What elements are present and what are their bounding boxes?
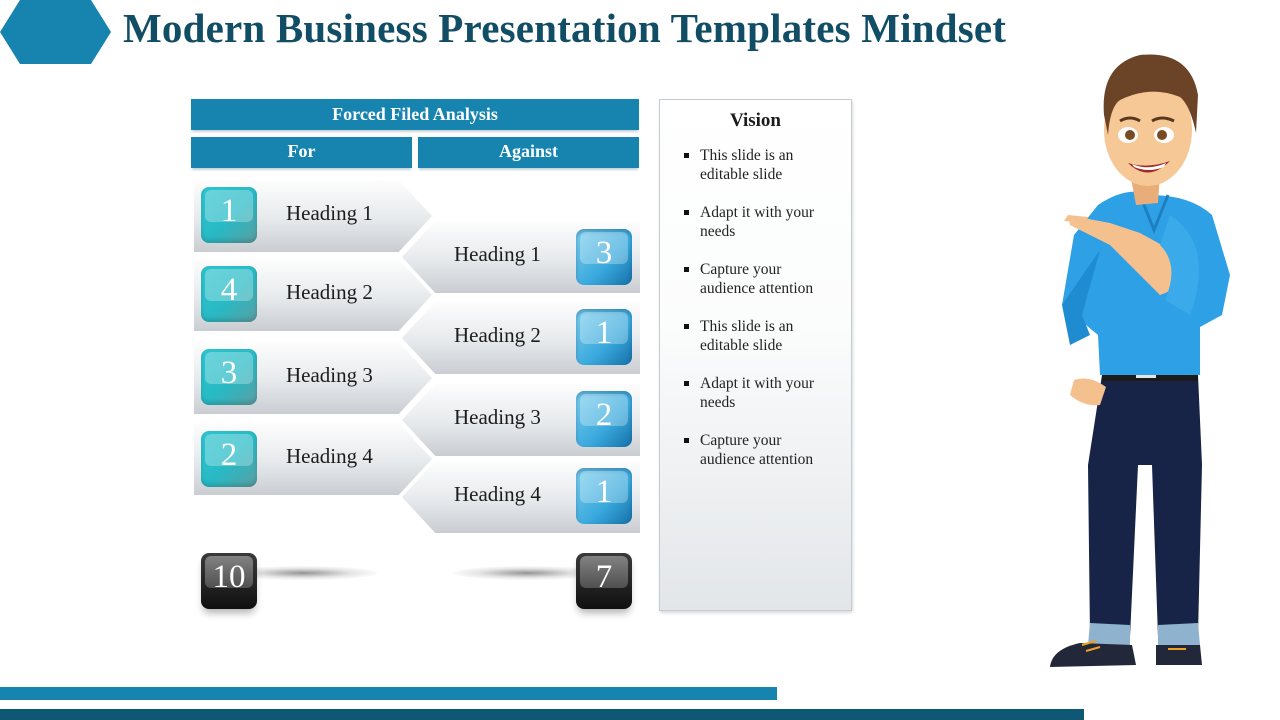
vision-bullet: Adapt it with your needs	[682, 203, 840, 241]
vision-title: Vision	[729, 110, 782, 131]
for-item-label: Heading 2	[286, 280, 373, 304]
slide-title: Modern Business Presentation Templates M…	[123, 5, 1007, 51]
against-item-label: Heading 3	[454, 405, 541, 429]
for-score: 2	[220, 437, 238, 473]
for-item-label: Heading 4	[286, 444, 373, 468]
for-item-label: Heading 1	[286, 201, 373, 225]
vision-bullet: This slide is an editable slide	[682, 317, 840, 355]
for-score-badge: 4	[201, 266, 257, 322]
for-total: 10	[212, 559, 246, 595]
vision-bullet: This slide is an editable slide	[682, 146, 840, 184]
footer-bar-light	[0, 687, 777, 700]
against-item-label: Heading 1	[454, 242, 541, 266]
against-score-badge: 3	[576, 229, 632, 285]
against-score: 2	[595, 397, 613, 433]
against-score-badge: 1	[576, 309, 632, 365]
for-item-label: Heading 3	[286, 363, 373, 387]
for-score-badge: 1	[201, 187, 257, 243]
against-item-label: Heading 4	[454, 482, 541, 506]
against-score: 1	[595, 474, 613, 510]
left-eye	[1125, 130, 1135, 140]
analysis-title: Forced Filed Analysis	[191, 99, 639, 130]
hexagon-decoration	[0, 0, 111, 64]
for-total-badge: 10	[201, 553, 257, 609]
jeans-cuff-left	[1088, 623, 1130, 647]
vision-list: This slide is an editable slide Adapt it…	[682, 146, 840, 488]
shoe-left	[1050, 643, 1136, 667]
for-score: 3	[220, 355, 238, 391]
footer-bar-dark	[0, 709, 1084, 720]
against-item-label: Heading 2	[454, 323, 541, 347]
against-score-badge: 2	[576, 391, 632, 447]
vision-panel: Vision This slide is an editable slide A…	[659, 99, 852, 611]
vision-bullet: Adapt it with your needs	[682, 374, 840, 412]
against-header: Against	[418, 137, 639, 168]
against-total-badge: 7	[576, 553, 632, 609]
right-eye	[1157, 130, 1167, 140]
against-score-badge: 1	[576, 468, 632, 524]
for-score: 1	[220, 193, 238, 229]
for-score-badge: 3	[201, 349, 257, 405]
pointing-man-illustration	[1050, 54, 1230, 667]
hip-hand	[1070, 378, 1106, 406]
vision-bullet: Capture your audience attention	[682, 431, 840, 469]
vision-bullet: Capture your audience attention	[682, 260, 840, 298]
against-score: 1	[595, 315, 613, 351]
jeans-cuff-right	[1158, 623, 1200, 647]
against-total: 7	[595, 559, 613, 595]
against-score: 3	[595, 235, 613, 271]
jeans	[1088, 375, 1202, 637]
for-header: For	[191, 137, 412, 168]
for-score: 4	[220, 272, 238, 308]
for-score-badge: 2	[201, 431, 257, 487]
pointing-finger	[1064, 215, 1088, 223]
